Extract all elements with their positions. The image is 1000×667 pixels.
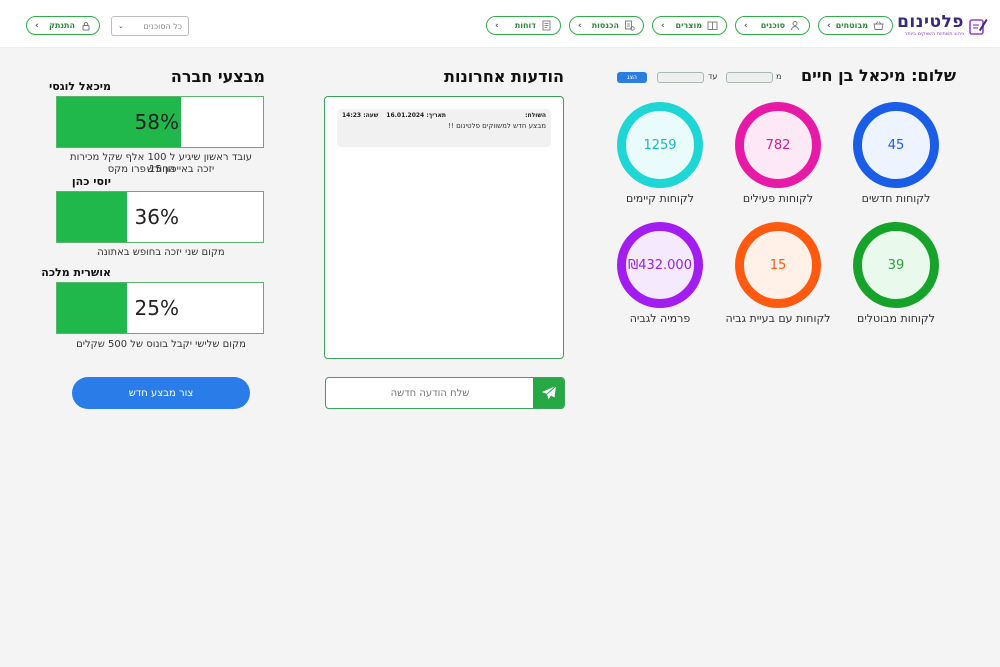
nav-button-insured[interactable]: מבוטחים › <box>818 16 893 35</box>
message-item[interactable]: השולח: תאריך: 16.01.2024 שעה: 14:23 מבצע… <box>337 109 551 147</box>
stat-card-canceled[interactable]: 39 לקוחות מבוטלים <box>836 222 956 342</box>
message-text: מבצע חדש למשווקים פלטינום !! <box>448 122 546 130</box>
chevron-right-icon: › <box>744 20 748 31</box>
stat-label: פרמיה לגביה <box>629 312 691 325</box>
stat-value: 45 <box>853 102 939 188</box>
basket-icon <box>873 20 884 31</box>
stat-card-active[interactable]: 782 לקוחות פעילים <box>718 102 838 222</box>
nav-button-products[interactable]: מוצרים › <box>652 16 727 35</box>
progress-percent: 58% <box>134 110 179 134</box>
coins-icon <box>624 20 635 31</box>
report-icon <box>541 20 552 31</box>
chevron-right-icon: › <box>578 20 582 31</box>
send-button[interactable] <box>533 378 564 408</box>
new-message-input[interactable] <box>326 378 534 408</box>
date-to-input[interactable] <box>657 72 704 83</box>
nav-button-reports[interactable]: דוחות › <box>486 16 561 35</box>
messages-panel: השולח: תאריך: 16.01.2024 שעה: 14:23 מבצע… <box>324 96 564 359</box>
logout-label: התנתק <box>49 21 75 30</box>
stat-card-premium[interactable]: ₪432.000 פרמיה לגביה <box>600 222 720 342</box>
nav-label: מבוטחים <box>835 21 868 30</box>
stat-value: 782 <box>735 102 821 188</box>
message-time: שעה: 14:23 <box>342 112 379 119</box>
progress-percent: 36% <box>134 205 179 229</box>
brand-tagline: ניהוג תשתיות השווקים ביותר <box>904 31 964 37</box>
greeting-title: שלום: מיכאל בן חיים <box>800 66 956 85</box>
chevron-right-icon: › <box>495 20 499 31</box>
stat-label: לקוחות חדשים <box>861 192 931 205</box>
stat-label: לקוחות מבוטלים <box>857 312 935 325</box>
nav-label: מוצרים <box>675 21 703 30</box>
nav-button-income[interactable]: הכנסות › <box>569 16 644 35</box>
brand-logo[interactable]: פלטינום ניהוג תשתיות השווקים ביותר <box>897 12 990 40</box>
progress-fill <box>57 283 127 333</box>
progress-percent: 25% <box>134 296 179 320</box>
top-navigation-bar: פלטינום ניהוג תשתיות השווקים ביותר מבוטח… <box>0 0 1000 48</box>
promotion-description: מקום שלישי יקבל בונוס של 500 שקלים <box>76 339 246 350</box>
chevron-right-icon: › <box>827 20 831 31</box>
progress-bar: 36% <box>56 191 264 243</box>
pen-icon <box>969 19 988 35</box>
stat-value: 39 <box>853 222 939 308</box>
stat-card-collection[interactable]: 15 לקוחות עם בעיית גביה <box>718 222 838 342</box>
message-date: תאריך: 16.01.2024 <box>386 112 447 119</box>
send-icon <box>541 385 556 400</box>
performance-title: מבצעי חברה <box>170 67 265 86</box>
date-from-label: מ <box>776 72 782 81</box>
chevron-right-icon: › <box>35 20 39 31</box>
chevron-down-icon: ⌄ <box>118 22 124 30</box>
new-message-box <box>325 377 565 409</box>
progress-fill <box>57 192 127 242</box>
date-to-label: עד <box>708 72 718 81</box>
progress-bar: 58% <box>56 96 264 148</box>
stat-label: לקוחות פעילים <box>742 192 814 205</box>
brand-name: פלטינום <box>897 12 964 32</box>
promotion-description: מקום שני יזכה בחופש באתונה <box>97 247 225 258</box>
show-button[interactable]: הצג <box>617 72 647 83</box>
stat-value: 15 <box>735 222 821 308</box>
nav-label: דוחות <box>514 21 536 30</box>
create-promotion-button[interactable]: צור מבצע חדש <box>72 377 250 409</box>
stat-card-new[interactable]: 45 לקוחות חדשים <box>836 102 956 222</box>
promotion-leader-name: יוסי כהן <box>71 175 111 188</box>
agent-filter-select[interactable]: כל הסוכנים ⌄ <box>111 16 189 36</box>
messages-title: הודעות אחרונות <box>444 67 564 86</box>
nav-button-agents[interactable]: סוכנים › <box>735 16 810 35</box>
box-icon <box>707 20 718 31</box>
date-from-input[interactable] <box>726 72 773 83</box>
nav-label: הכנסות <box>591 21 619 30</box>
progress-bar: 25% <box>56 282 264 334</box>
chevron-right-icon: › <box>661 20 665 31</box>
nav-label: סוכנים <box>760 21 785 30</box>
stat-label: לקוחות קיימים <box>626 192 694 205</box>
lock-icon <box>80 20 91 31</box>
agent-filter-value: כל הסוכנים <box>143 21 182 31</box>
users-icon <box>790 20 801 31</box>
message-sender: השולח: <box>525 112 546 119</box>
promotion-leader-name: אושרית מלכה <box>41 266 111 279</box>
stat-card-existing[interactable]: 1259 לקוחות קיימים <box>600 102 720 222</box>
promotion-leader-name: מיכאל לוגסי <box>49 80 111 93</box>
stat-value: 1259 <box>617 102 703 188</box>
stat-value: ₪432.000 <box>617 222 703 308</box>
stat-label: לקוחות עם בעיית גביה <box>725 312 831 325</box>
logout-button[interactable]: התנתק › <box>26 16 100 35</box>
